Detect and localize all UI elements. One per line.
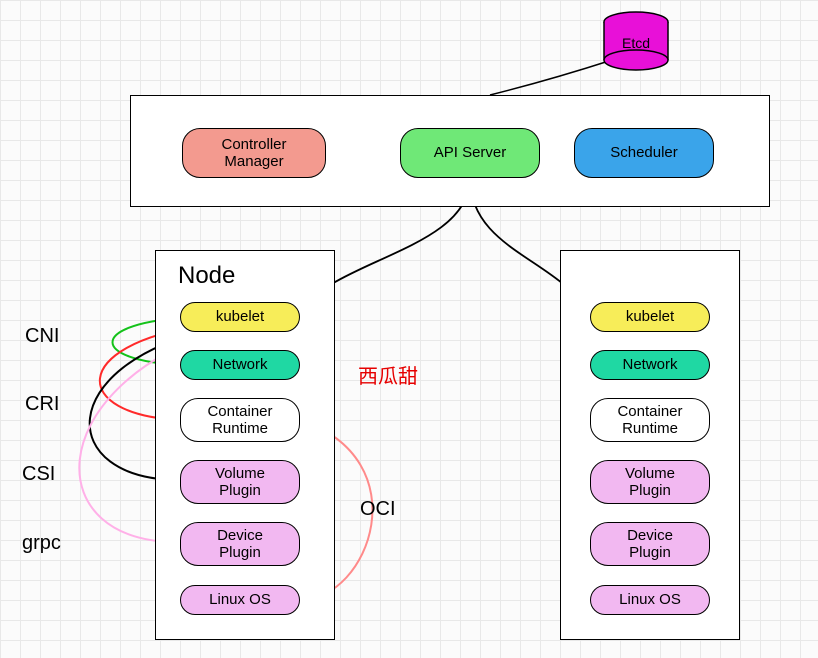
- scheduler-node: Scheduler: [574, 128, 714, 178]
- etcd-node: Etcd: [604, 28, 668, 58]
- node-title: Node: [178, 262, 235, 290]
- runtime-label: Container Runtime: [207, 403, 272, 438]
- grpc-label: grpc: [22, 532, 61, 555]
- cni-label: CNI: [25, 325, 59, 348]
- left-kubelet: kubelet: [180, 302, 300, 332]
- csi-label: CSI: [22, 463, 55, 486]
- controller-manager-node: Controller Manager: [182, 128, 326, 178]
- device-label: Device Plugin: [217, 527, 263, 562]
- oci-label: OCI: [360, 498, 396, 521]
- volume-label: Volume Plugin: [215, 465, 265, 500]
- api-server-label: API Server: [434, 144, 507, 161]
- left-network: Network: [180, 350, 300, 380]
- left-linux-os: Linux OS: [180, 585, 300, 615]
- left-volume-plugin: Volume Plugin: [180, 460, 300, 504]
- cri-label: CRI: [25, 393, 59, 416]
- api-server-node: API Server: [400, 128, 540, 178]
- right-device-plugin: Device Plugin: [590, 522, 710, 566]
- scheduler-label: Scheduler: [610, 144, 678, 161]
- watermark: 西瓜甜: [358, 360, 418, 389]
- linux-label: Linux OS: [209, 591, 271, 608]
- right-linux-os: Linux OS: [590, 585, 710, 615]
- right-container-runtime: Container Runtime: [590, 398, 710, 442]
- right-network: Network: [590, 350, 710, 380]
- controller-manager-label: Controller Manager: [221, 136, 286, 171]
- left-container-runtime: Container Runtime: [180, 398, 300, 442]
- right-volume-plugin: Volume Plugin: [590, 460, 710, 504]
- network-label: Network: [212, 356, 267, 373]
- etcd-label: Etcd: [622, 35, 650, 51]
- kubelet-label: kubelet: [216, 308, 264, 325]
- right-kubelet: kubelet: [590, 302, 710, 332]
- left-device-plugin: Device Plugin: [180, 522, 300, 566]
